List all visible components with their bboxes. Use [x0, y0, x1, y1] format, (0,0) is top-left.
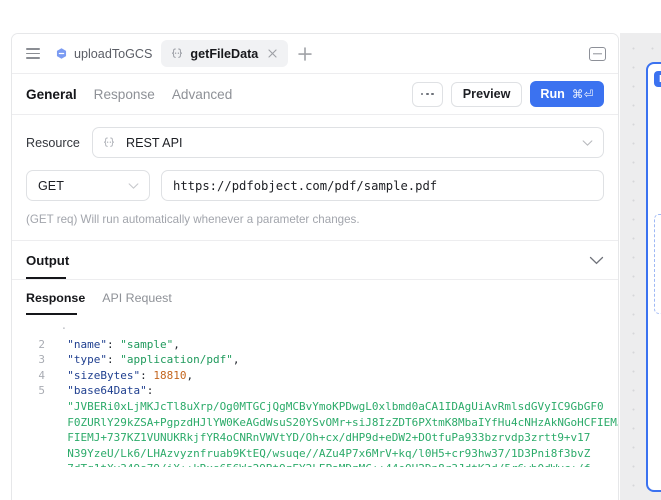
node-editor-panel: uploadToGCS getFileData General Response…	[11, 33, 619, 500]
line-content: "type": "application/pdf",	[54, 352, 618, 368]
flow-canvas[interactable]: M	[620, 33, 661, 500]
method-select[interactable]: GET	[26, 170, 150, 201]
method-value: GET	[38, 178, 64, 193]
subtab-api-request[interactable]: API Request	[102, 291, 172, 305]
code-token: ,	[173, 337, 180, 351]
code-line: 5 "base64Data":	[12, 383, 618, 399]
code-line: 7dTq1tXv349s79/iX++kRxs656Wc29Bt9zEY2LEP…	[12, 461, 618, 467]
code-line: 4 "sizeBytes": 18810,	[12, 368, 618, 384]
code-token: :	[107, 337, 121, 351]
preview-button[interactable]: Preview	[450, 81, 523, 107]
tab-advanced[interactable]: Advanced	[172, 87, 232, 102]
resource-select[interactable]: REST API	[92, 127, 604, 158]
resource-label: Resource	[26, 135, 80, 150]
code-token: "application/pdf"	[120, 353, 233, 367]
curly-braces-icon	[172, 48, 183, 58]
chevron-down-icon[interactable]	[589, 256, 604, 265]
code-token: "sample"	[120, 337, 174, 351]
dot	[431, 92, 434, 96]
output-subtabs: Response API Request	[12, 279, 618, 315]
code-token: 7dTq1tXv349s79/iX++kRxs656Wc29Bt9zEY2LEP…	[54, 462, 590, 467]
chevron-down-icon	[128, 182, 139, 189]
code-token: N39YzeU/Lk6/LHAzvyznfruab9KtEQ/wsuqe//AZ…	[54, 446, 591, 460]
line-content: "sizeBytes": 18810,	[54, 368, 618, 384]
close-icon[interactable]	[266, 47, 279, 60]
line-number: 2	[38, 337, 45, 351]
code-line: N39YzeU/Lk6/LHAzvyznfruab9KtEQ/wsuqe//AZ…	[12, 446, 618, 462]
resource-value: REST API	[126, 135, 183, 150]
response-code-viewer[interactable]: · 2 "name": "sample", 3 "type": "applicati…	[12, 315, 618, 467]
hamburger-menu-icon[interactable]	[20, 41, 46, 67]
code-token: FIEMJ+737KZ1VUNUKRkjfYR4oCNRnVWVtYD/Oh+c…	[54, 431, 591, 445]
more-options-button[interactable]	[411, 81, 443, 107]
tab-uploadToGCS[interactable]: uploadToGCS	[46, 40, 161, 67]
code-token: :	[146, 384, 154, 398]
line-content: 7dTq1tXv349s79/iX++kRxs656Wc29Bt9zEY2LEP…	[54, 461, 618, 467]
line-content: "name": "sample",	[54, 337, 618, 353]
code-token: "base64Data"	[67, 384, 147, 398]
auto-run-hint: (GET req) Will run automatically wheneve…	[26, 213, 360, 226]
code-token: 18810	[153, 368, 187, 382]
minimize-button[interactable]	[589, 46, 606, 61]
line-content: N39YzeU/Lk6/LHAzvyznfruab9KtEQ/wsuqe//AZ…	[54, 446, 618, 462]
app-root: uploadToGCS getFileData General Response…	[0, 0, 661, 500]
code-line: F0ZURlY29kZSA+PgpzdHJlYW0KeAGdWsuS20YSvO…	[12, 415, 618, 431]
line-content: "JVBERi0xLjMKJcTl8uXrp/Og0MTGCjQgMCBvYmo…	[54, 399, 618, 415]
line-content: F0ZURlY29kZSA+PgpzdHJlYW0KeAGdWsuS20YSvO…	[54, 415, 618, 431]
line-content: "base64Data":	[54, 383, 618, 399]
tab-label: uploadToGCS	[74, 46, 153, 61]
code-line: 3 "type": "application/pdf",	[12, 352, 618, 368]
tab-label: getFileData	[190, 46, 259, 61]
run-shortcut: ⌘⏎	[571, 89, 594, 101]
panel-nav-row: General Response Advanced Preview Run ⌘⏎	[12, 74, 618, 115]
code-token: ·	[54, 322, 68, 335]
output-title: Output	[26, 252, 70, 268]
node-dropzone[interactable]	[654, 214, 661, 314]
code-line: "JVBERi0xLjMKJcTl8uXrp/Og0MTGCjQgMCBvYmo…	[12, 399, 618, 415]
plus-icon[interactable]	[292, 41, 318, 67]
code-line: FIEMJ+737KZ1VUNUKRkjfYR4oCNRnVWVtYD/Oh+c…	[12, 430, 618, 446]
code-token: "type"	[67, 353, 107, 367]
code-line: 2 "name": "sample",	[12, 337, 618, 353]
tab-getFileData[interactable]: getFileData	[161, 40, 289, 67]
tab-bar: uploadToGCS getFileData	[12, 34, 618, 74]
hexagon-node-icon	[56, 48, 67, 59]
code-token: ,	[232, 353, 240, 367]
line-number: 3	[38, 353, 45, 367]
subtab-response[interactable]: Response	[26, 291, 85, 305]
code-token: :	[140, 368, 154, 382]
line-content: FIEMJ+737KZ1VUNUKRkjfYR4oCNRnVWVtYD/Oh+c…	[54, 430, 618, 446]
code-lines: · 2 "name": "sample", 3 "type": "applicati…	[12, 321, 618, 467]
request-row: GET	[26, 170, 604, 201]
line-number: 4	[38, 368, 45, 382]
resource-row: Resource REST API	[26, 127, 604, 158]
tab-response[interactable]: Response	[94, 87, 155, 102]
node-badge: M	[654, 71, 661, 87]
code-line: ·	[12, 321, 618, 337]
url-input[interactable]	[161, 170, 604, 201]
line-number: 5	[38, 384, 45, 398]
run-label: Run	[540, 87, 565, 101]
code-token: :	[107, 353, 121, 367]
general-form: Resource REST API GET https://pdfobject.…	[12, 115, 618, 240]
chevron-down-icon	[582, 139, 593, 146]
line-content: ·	[54, 321, 618, 337]
tab-general[interactable]: General	[26, 87, 77, 102]
window-top-strip	[0, 0, 661, 33]
run-button[interactable]: Run ⌘⏎	[530, 81, 604, 107]
code-token: F0ZURlY29kZSA+PgpzdHJlYW0KeAGdWsuS20YSvO…	[54, 415, 618, 429]
code-token: "JVBERi0xLjMKJcTl8uXrp/Og0MTGCjQgMCBvYmo…	[54, 399, 604, 413]
dot	[420, 92, 424, 96]
output-header: Output	[12, 241, 618, 279]
curly-braces-icon	[104, 137, 114, 147]
code-token: "sizeBytes"	[67, 368, 141, 382]
code-token: "name"	[67, 337, 107, 351]
flow-node-card[interactable]: M	[646, 62, 661, 492]
dot	[425, 92, 429, 96]
code-token: ,	[186, 368, 194, 382]
